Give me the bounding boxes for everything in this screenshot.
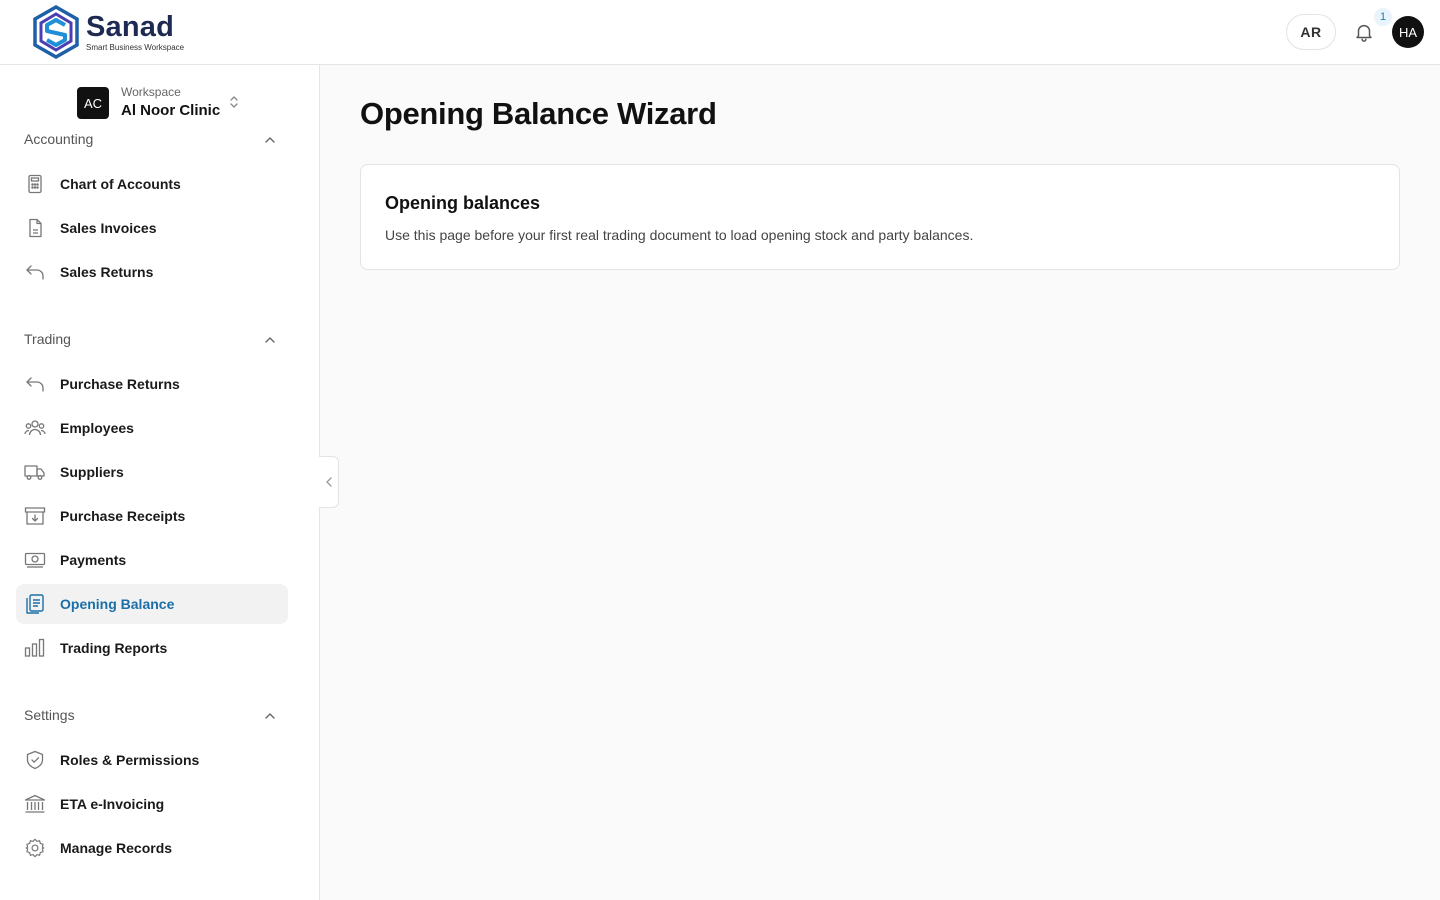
return-arrow-icon [26,377,44,392]
sidebar-item-label: Roles & Permissions [60,752,200,768]
chevron-up-icon[interactable] [263,709,277,723]
notifications-button[interactable] [1350,18,1378,46]
sidebar-item-label: Purchase Returns [60,376,180,392]
user-avatar[interactable]: HA [1392,16,1424,48]
sidebar-item-label: ETA e-Invoicing [60,796,165,812]
opening-balances-card: Opening balances Use this page before yo… [360,164,1400,270]
workspace-switcher[interactable]: AC Workspace Al Noor Clinic [77,85,220,121]
logo-tagline: Smart Business Workspace [86,43,185,52]
shield-check-icon [26,750,44,770]
sidebar-item-roles-permissions[interactable]: Roles & Permissions [16,740,288,780]
sidebar-item-employees[interactable]: Employees [16,408,288,448]
logo-name: Sanad [86,11,175,43]
sidebar-item-label: Opening Balance [60,596,175,612]
sidebar-item-label: Chart of Accounts [60,176,181,192]
chevron-left-icon [325,477,332,487]
card-title: Opening balances [385,193,541,213]
sidebar-item-label: Purchase Receipts [60,508,186,524]
sidebar-item-label: Suppliers [60,464,124,480]
section-title-trading[interactable]: Trading [24,331,71,347]
chevron-up-icon[interactable] [263,133,277,147]
sidebar-item-label: Payments [60,552,127,568]
banknote-icon [24,552,46,568]
sidebar-item-manage-records[interactable]: Manage Records [16,828,288,868]
card-description: Use this page before your first real tra… [385,227,974,243]
sidebar-item-label: Trading Reports [60,640,168,656]
truck-icon [24,465,45,480]
users-icon [24,420,46,436]
return-arrow-icon [26,265,44,280]
bank-icon [24,794,46,813]
sidebar-item-opening-balance[interactable]: Opening Balance [16,584,288,624]
archive-download-icon [24,507,46,525]
sidebar-item-payments[interactable]: Payments [16,540,288,580]
language-toggle-button[interactable]: AR [1286,14,1336,50]
clipboard-icon [26,594,44,614]
sidebar: AC Workspace Al Noor Clinic Accounting C… [0,65,320,900]
sidebar-item-purchase-returns[interactable]: Purchase Returns [16,364,288,404]
notification-count-badge: 1 [1374,8,1392,26]
sidebar-collapse-button[interactable] [319,456,339,508]
section-title-settings[interactable]: Settings [24,707,75,723]
document-icon [29,218,42,238]
section-title-accounting[interactable]: Accounting [24,131,93,147]
sidebar-item-purchase-receipts[interactable]: Purchase Receipts [16,496,288,536]
gear-icon [25,838,45,858]
chevron-up-icon[interactable] [263,333,277,347]
calculator-icon [28,174,42,194]
sidebar-item-label: Manage Records [60,840,173,856]
sanad-logo-icon [33,5,79,59]
sidebar-item-chart-of-accounts[interactable]: Chart of Accounts [16,164,288,204]
logo[interactable]: Sanad Smart Business Workspace [32,5,184,59]
sidebar-item-eta-e-invoicing[interactable]: ETA e-Invoicing [16,784,288,824]
sidebar-item-label: Employees [60,420,134,436]
bell-icon [1356,24,1372,42]
page-title: Opening Balance Wizard [360,96,717,131]
sidebar-item-sales-returns[interactable]: Sales Returns [16,252,288,292]
top-header: Sanad Smart Business Workspace AR 1 HA [0,0,1440,65]
chevron-up-down-icon[interactable] [228,93,240,111]
sidebar-item-label: Sales Invoices [60,220,157,236]
bar-chart-icon [24,638,45,657]
sidebar-item-sales-invoices[interactable]: Sales Invoices [16,208,288,248]
sidebar-item-suppliers[interactable]: Suppliers [16,452,288,492]
sidebar-item-trading-reports[interactable]: Trading Reports [16,628,288,668]
workspace-badge: AC [77,87,109,119]
sidebar-item-label: Sales Returns [60,264,154,280]
workspace-label: Workspace [121,85,181,99]
workspace-name: Al Noor Clinic [121,102,221,119]
